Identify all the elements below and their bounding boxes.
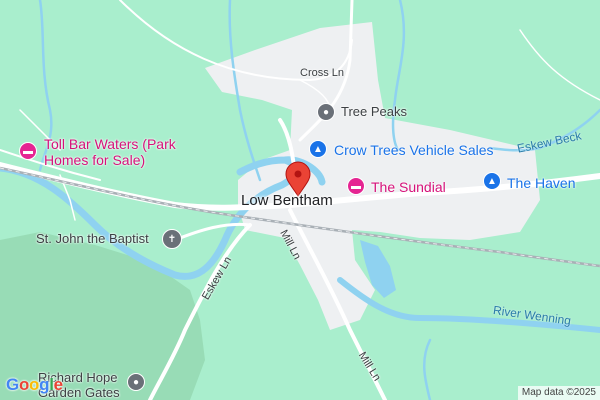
logo-letter: G	[6, 375, 19, 394]
poi-label-st-john[interactable]: St. John the Baptist	[36, 231, 149, 247]
poi-marker-icon[interactable]: ●	[127, 373, 145, 391]
church-cross-icon[interactable]: ✝	[162, 229, 182, 249]
poi-label-the-haven[interactable]: The Haven	[507, 175, 575, 191]
poi-label-toll-bar-line1: Toll Bar Waters (Park	[44, 136, 176, 152]
logo-letter: o	[29, 375, 40, 394]
shopping-bag-icon[interactable]: ▲	[483, 172, 501, 190]
shopping-bag-icon[interactable]: ▲	[309, 140, 327, 158]
road-label-cross-ln: Cross Ln	[300, 67, 345, 79]
map-attribution[interactable]: Map data ©2025	[517, 386, 600, 400]
map-canvas[interactable]: Cross Ln Mill Ln Mill Ln Eskew Ln River …	[0, 0, 600, 400]
logo-letter: g	[39, 375, 50, 394]
poi-label-crow-trees[interactable]: Crow Trees Vehicle Sales	[334, 142, 494, 158]
logo-letter: e	[53, 375, 63, 394]
poi-label-the-sundial[interactable]: The Sundial	[371, 179, 446, 195]
place-label-low-bentham[interactable]: Low Bentham	[241, 192, 333, 209]
google-logo: Google	[6, 375, 63, 395]
poi-label-tree-peaks[interactable]: Tree Peaks	[341, 104, 407, 120]
logo-letter: o	[18, 375, 30, 394]
poi-marker-icon[interactable]: ●	[317, 103, 335, 121]
poi-label-toll-bar-line2: Homes for Sale)	[44, 152, 146, 169]
hotel-bed-icon[interactable]: ▬	[19, 142, 37, 160]
hotel-bed-icon[interactable]: ▬	[347, 177, 365, 195]
poi-label-toll-bar-waters[interactable]: Toll Bar Waters (Park Homes for Sale)	[44, 136, 176, 168]
